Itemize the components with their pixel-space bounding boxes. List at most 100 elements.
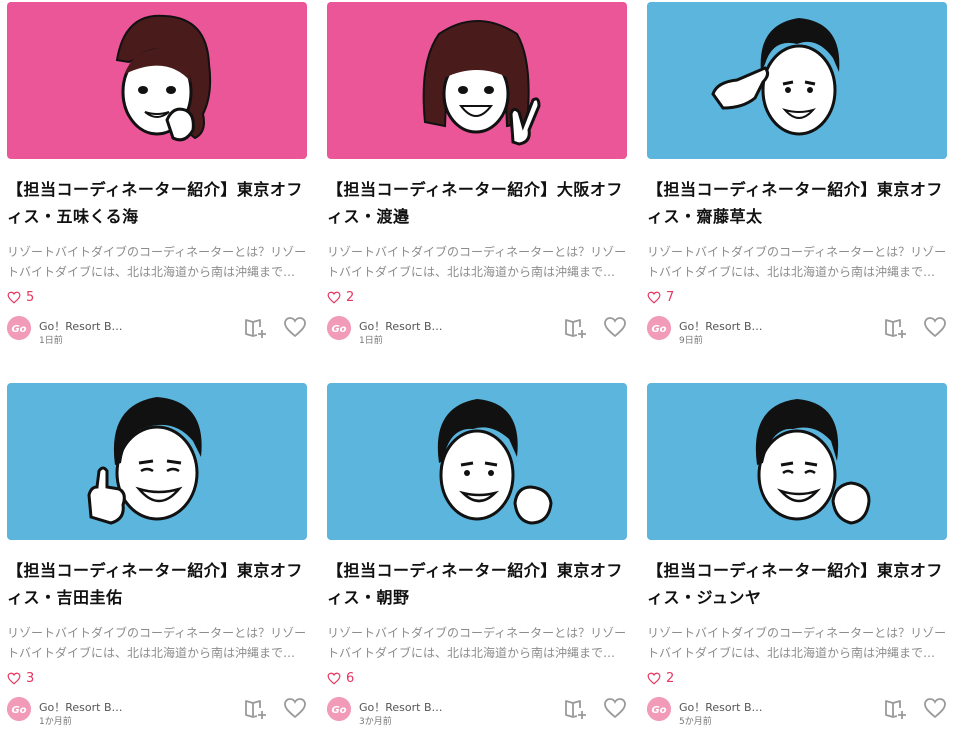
article-grid: 【担当コーディネーター紹介】東京オフィス・五味くる海 リゾートバイトダイブのコー…: [0, 0, 957, 744]
heart-outline-icon: [604, 317, 626, 338]
like-count-value: 2: [666, 670, 675, 686]
add-to-magazine-button[interactable]: [883, 316, 909, 340]
author-name[interactable]: Go！Resort B…: [359, 318, 449, 334]
article-card[interactable]: 【担当コーディネーター紹介】東京オフィス・ジュンヤ リゾートバイトダイブのコーデ…: [647, 383, 947, 727]
like-count-value: 6: [346, 670, 355, 686]
like-count: 7: [647, 286, 947, 308]
article-title[interactable]: 【担当コーディネーター紹介】大阪オフィス・渡邉: [327, 176, 627, 230]
article-excerpt: リゾートバイトダイブのコーディネーターとは？リゾートバイトダイブには、北は北海道…: [327, 245, 627, 279]
article-thumbnail[interactable]: [7, 2, 307, 159]
article-title[interactable]: 【担当コーディネーター紹介】東京オフィス・齋藤草太: [647, 176, 947, 230]
like-count: 6: [327, 667, 627, 689]
article-excerpt: リゾートバイトダイブのコーディネーターとは？リゾートバイトダイブには、北は北海道…: [327, 626, 627, 660]
card-footer: Go Go！Resort B… 1日前: [327, 313, 629, 346]
article-title[interactable]: 【担当コーディネーター紹介】東京オフィス・五味くる海: [7, 176, 307, 230]
go-logo-icon: Go: [647, 316, 671, 340]
article-thumbnail[interactable]: [327, 383, 627, 540]
card-footer: Go Go！Resort B… 5か月前: [647, 694, 949, 727]
add-to-magazine-button[interactable]: [243, 316, 269, 340]
post-time: 1日前: [39, 336, 63, 346]
author-name[interactable]: Go！Resort B…: [39, 318, 129, 334]
coordinator-portrait-illustration: [755, 399, 871, 525]
author-avatar[interactable]: Go: [7, 697, 31, 721]
article-thumbnail[interactable]: [647, 383, 947, 540]
article-excerpt: リゾートバイトダイブのコーディネーターとは？リゾートバイトダイブには、北は北海道…: [647, 626, 947, 660]
heart-outline-icon: [924, 698, 946, 719]
author-avatar[interactable]: Go: [7, 316, 31, 340]
heart-icon: [7, 291, 21, 304]
card-footer: Go Go！Resort B… 1か月前: [7, 694, 309, 727]
card-footer: Go Go！Resort B… 1日前: [7, 313, 309, 346]
go-logo-icon: Go: [7, 697, 31, 721]
article-thumbnail[interactable]: [7, 383, 307, 540]
add-to-magazine-button[interactable]: [883, 697, 909, 721]
coordinator-portrait-illustration: [115, 14, 212, 142]
article-thumbnail[interactable]: [647, 2, 947, 159]
article-card[interactable]: 【担当コーディネーター紹介】東京オフィス・五味くる海 リゾートバイトダイブのコー…: [7, 2, 307, 346]
like-count: 5: [7, 286, 307, 308]
like-count: 3: [7, 667, 307, 689]
coordinator-portrait-illustration: [87, 397, 202, 525]
coordinator-portrait-illustration: [437, 399, 553, 525]
magazine-add-icon: [245, 319, 266, 338]
like-count-value: 7: [666, 289, 675, 305]
heart-icon: [327, 291, 341, 304]
add-to-magazine-button[interactable]: [563, 316, 589, 340]
author-name[interactable]: Go！Resort B…: [679, 318, 769, 334]
go-logo-icon: Go: [327, 316, 351, 340]
magazine-add-icon: [885, 319, 906, 338]
heart-icon: [327, 672, 341, 685]
svg-text:Go: Go: [11, 705, 26, 716]
author-name[interactable]: Go！Resort B…: [359, 699, 449, 715]
heart-outline-icon: [284, 317, 306, 338]
heart-icon: [7, 672, 21, 685]
like-button[interactable]: [603, 316, 629, 340]
post-time: 5か月前: [679, 717, 712, 727]
like-button[interactable]: [923, 697, 949, 721]
author-avatar[interactable]: Go: [327, 697, 351, 721]
like-count-value: 2: [346, 289, 355, 305]
magazine-add-icon: [885, 700, 906, 719]
heart-outline-icon: [284, 698, 306, 719]
add-to-magazine-button[interactable]: [563, 697, 589, 721]
article-title[interactable]: 【担当コーディネーター紹介】東京オフィス・ジュンヤ: [647, 557, 947, 611]
author-name[interactable]: Go！Resort B…: [39, 699, 129, 715]
article-thumbnail[interactable]: [327, 2, 627, 159]
article-title[interactable]: 【担当コーディネーター紹介】東京オフィス・朝野: [327, 557, 627, 611]
article-card[interactable]: 【担当コーディネーター紹介】東京オフィス・齋藤草太 リゾートバイトダイブのコーデ…: [647, 2, 947, 346]
svg-text:Go: Go: [331, 705, 346, 716]
like-count: 2: [647, 667, 947, 689]
magazine-add-icon: [245, 700, 266, 719]
like-button[interactable]: [923, 316, 949, 340]
article-excerpt: リゾートバイトダイブのコーディネーターとは？リゾートバイトダイブには、北は北海道…: [647, 245, 947, 279]
post-time: 3か月前: [359, 717, 392, 727]
coordinator-portrait-illustration: [422, 20, 541, 146]
like-button[interactable]: [603, 697, 629, 721]
article-card[interactable]: 【担当コーディネーター紹介】東京オフィス・吉田圭佑 リゾートバイトダイブのコーデ…: [7, 383, 307, 727]
article-card[interactable]: 【担当コーディネーター紹介】東京オフィス・朝野 リゾートバイトダイブのコーディネ…: [327, 383, 627, 727]
heart-icon: [647, 291, 661, 304]
magazine-add-icon: [565, 700, 586, 719]
card-footer: Go Go！Resort B… 9日前: [647, 313, 949, 346]
like-button[interactable]: [283, 316, 309, 340]
svg-text:Go: Go: [11, 324, 26, 335]
post-time: 9日前: [679, 336, 703, 346]
card-footer: Go Go！Resort B… 3か月前: [327, 694, 629, 727]
like-count-value: 3: [26, 670, 35, 686]
go-logo-icon: Go: [327, 697, 351, 721]
svg-text:Go: Go: [651, 705, 666, 716]
heart-icon: [647, 672, 661, 685]
post-time: 1か月前: [39, 717, 72, 727]
add-to-magazine-button[interactable]: [243, 697, 269, 721]
svg-text:Go: Go: [331, 324, 346, 335]
article-excerpt: リゾートバイトダイブのコーディネーターとは？リゾートバイトダイブには、北は北海道…: [7, 626, 307, 660]
like-count-value: 5: [26, 289, 35, 305]
article-card[interactable]: 【担当コーディネーター紹介】大阪オフィス・渡邉 リゾートバイトダイブのコーディネ…: [327, 2, 627, 346]
article-title[interactable]: 【担当コーディネーター紹介】東京オフィス・吉田圭佑: [7, 557, 307, 611]
like-button[interactable]: [283, 697, 309, 721]
like-count: 2: [327, 286, 627, 308]
author-avatar[interactable]: Go: [647, 697, 671, 721]
author-name[interactable]: Go！Resort B…: [679, 699, 769, 715]
author-avatar[interactable]: Go: [647, 316, 671, 340]
author-avatar[interactable]: Go: [327, 316, 351, 340]
